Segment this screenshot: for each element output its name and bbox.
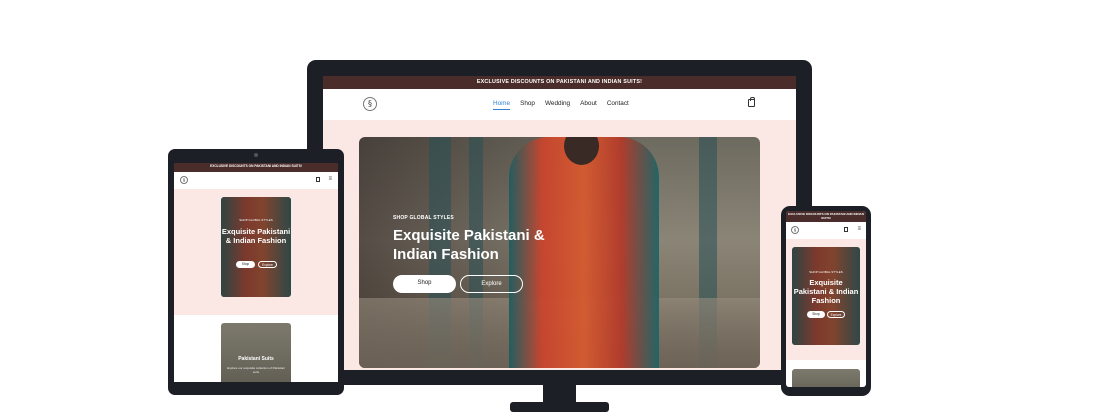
hero-banner: SHOP GLOBAL STYLES Exquisite Pakistani &… — [792, 247, 860, 345]
nav-link-about[interactable]: About — [580, 100, 597, 110]
hamburger-menu-icon[interactable]: ≡ — [857, 226, 861, 232]
promo-banner: EXCLUSIVE DISCOUNTS ON PAKISTANI AND IND… — [174, 163, 338, 172]
shopping-bag-icon[interactable] — [844, 227, 848, 232]
desktop-monitor: EXCLUSIVE DISCOUNTS ON PAKISTANI AND IND… — [307, 60, 812, 385]
shopping-bag-icon[interactable] — [316, 177, 320, 182]
hero-overlay — [221, 197, 291, 297]
brand-logo-icon[interactable]: § — [791, 226, 799, 234]
site-header: § ≡ — [174, 172, 338, 189]
category-card[interactable]: Pakistani Suits Explore our exquisite co… — [221, 323, 291, 382]
brand-logo-icon[interactable]: § — [363, 97, 377, 111]
site-header: § Home Shop Wedding About Contact — [323, 89, 796, 120]
hero-title: Exquisite Pakistani & Indian Fashion — [221, 227, 291, 245]
nav-link-home[interactable]: Home — [493, 100, 511, 110]
site-header: § ≡ — [786, 222, 866, 239]
hero-explore-button[interactable]: Explore — [460, 275, 523, 293]
promo-banner: EXCLUSIVE DISCOUNTS ON PAKISTANI AND IND… — [786, 211, 866, 222]
nav-link-wedding[interactable]: Wedding — [545, 100, 570, 110]
shopping-bag-icon[interactable] — [748, 97, 755, 107]
promo-banner: EXCLUSIVE DISCOUNTS ON PAKISTANI AND IND… — [323, 76, 796, 89]
tablet-device: EXCLUSIVE DISCOUNTS ON PAKISTANI AND IND… — [168, 149, 344, 395]
hero-explore-button[interactable]: Explore — [827, 311, 845, 318]
nav-link-contact[interactable]: Contact — [607, 100, 629, 110]
tablet-camera — [254, 153, 258, 157]
main-nav: Home Shop Wedding About Contact — [493, 100, 629, 110]
hero-shop-button[interactable]: Shop — [236, 261, 255, 268]
category-title: Pakistani Suits — [238, 356, 274, 362]
phone-screen: EXCLUSIVE DISCOUNTS ON PAKISTANI AND IND… — [786, 211, 866, 387]
brand-logo-icon[interactable]: § — [180, 176, 188, 184]
phone-device: EXCLUSIVE DISCOUNTS ON PAKISTANI AND IND… — [781, 206, 871, 396]
hero-shop-button[interactable]: Shop — [807, 311, 825, 318]
hero-explore-button[interactable]: Explore — [258, 261, 277, 268]
desktop-screen: EXCLUSIVE DISCOUNTS ON PAKISTANI AND IND… — [323, 76, 796, 370]
nav-link-shop[interactable]: Shop — [520, 100, 535, 110]
category-card[interactable] — [792, 369, 860, 387]
hero-eyebrow: SHOP GLOBAL STYLES — [809, 270, 843, 274]
hero-title: Exquisite Pakistani & Indian Fashion — [793, 278, 859, 305]
tablet-screen: EXCLUSIVE DISCOUNTS ON PAKISTANI AND IND… — [174, 163, 338, 382]
hero-shop-button[interactable]: Shop — [393, 275, 456, 293]
hamburger-menu-icon[interactable]: ≡ — [328, 176, 332, 182]
hero-eyebrow: SHOP GLOBAL STYLES — [239, 218, 273, 222]
hero-banner: SHOP GLOBAL STYLES Exquisite Pakistani &… — [359, 137, 760, 368]
device-mockup-stage: EXCLUSIVE DISCOUNTS ON PAKISTANI AND IND… — [0, 0, 1118, 420]
monitor-stand-neck — [543, 385, 576, 403]
hero-banner: SHOP GLOBAL STYLES Exquisite Pakistani &… — [221, 197, 291, 297]
category-description: Explore our exquisite collection of Paki… — [227, 366, 285, 374]
hero-title: Exquisite Pakistani & Indian Fashion — [393, 227, 545, 263]
hero-eyebrow: SHOP GLOBAL STYLES — [393, 215, 454, 221]
monitor-stand-base — [510, 402, 609, 412]
